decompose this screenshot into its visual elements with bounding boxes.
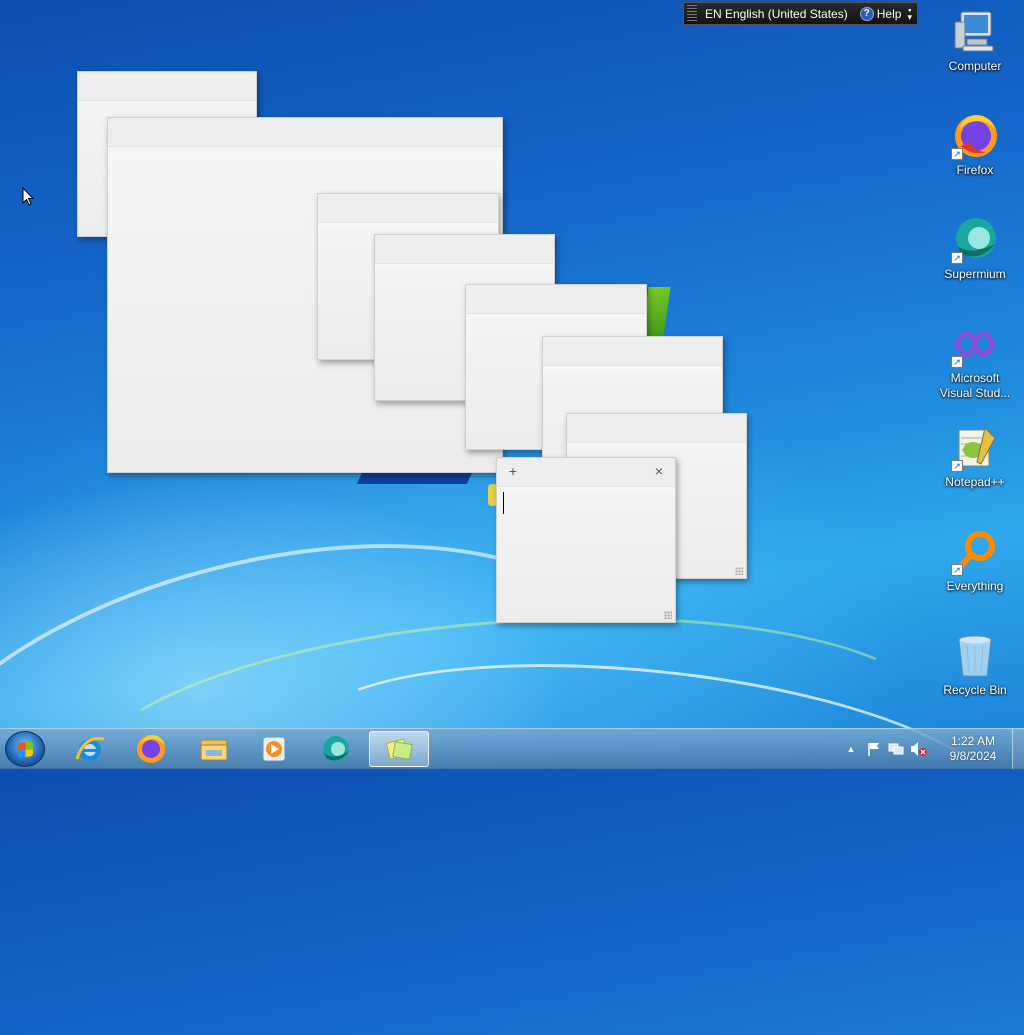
note-text-area[interactable] xyxy=(497,486,675,622)
desktop-icon-label: Firefox xyxy=(956,163,994,177)
grip-handle[interactable] xyxy=(687,5,697,22)
show-desktop-button[interactable] xyxy=(1012,729,1024,769)
help-button[interactable]: Help xyxy=(877,7,902,21)
sticky-note-title-bar[interactable] xyxy=(567,414,746,443)
system-clock[interactable]: 1:22 AM 9/8/2024 xyxy=(938,734,1008,764)
desktop-icon-label: Everything xyxy=(946,579,1004,593)
shortcut-arrow-icon: ↗ xyxy=(951,460,963,472)
shortcut-arrow-icon: ↗ xyxy=(951,356,963,368)
taskbar-sticky-notes[interactable] xyxy=(369,731,429,767)
internet-explorer-icon xyxy=(75,736,105,761)
firefox-icon xyxy=(137,735,165,763)
media-player-icon xyxy=(262,736,286,762)
network-icon[interactable] xyxy=(888,741,904,757)
supermium-icon xyxy=(323,736,349,762)
desktop-icon-label: Supermium xyxy=(944,267,1006,281)
close-note-button[interactable]: × xyxy=(650,462,668,480)
taskbar-internet-explorer[interactable] xyxy=(62,731,118,767)
sticky-note-title-bar[interactable] xyxy=(318,194,498,223)
taskbar-file-explorer[interactable] xyxy=(186,731,242,767)
desktop-icon-supermium[interactable]: ↗ Supermium xyxy=(934,216,1016,282)
mouse-cursor-icon xyxy=(22,187,34,206)
supermium-icon: ↗ xyxy=(951,216,999,264)
desktop-icon-everything[interactable]: ↗ Everything xyxy=(934,528,1016,594)
clock-time: 1:22 AM xyxy=(950,734,996,748)
action-center-flag-icon[interactable] xyxy=(866,741,882,757)
desktop-icon-visual-studio[interactable]: ↗ Microsoft Visual Stud... xyxy=(934,320,1016,401)
help-icon[interactable]: ? xyxy=(859,6,874,21)
taskbar-media-player[interactable] xyxy=(246,731,302,767)
volume-muted-icon[interactable] xyxy=(910,741,928,757)
notification-area: ▲ xyxy=(844,729,928,769)
visual-studio-icon: ↗ xyxy=(951,320,999,368)
desktop-icon-label: Microsoft Visual Stud... xyxy=(939,371,1011,400)
options-icon[interactable]: ▪ ▾ xyxy=(907,5,912,21)
sticky-note-title-bar[interactable] xyxy=(108,118,502,147)
desktop-icon-label: Notepad++ xyxy=(945,475,1005,489)
start-button[interactable] xyxy=(5,731,45,767)
sticky-notes-icon xyxy=(385,738,413,761)
notepadpp-icon: ↗ xyxy=(951,424,999,472)
sticky-note-title-bar[interactable]: + × xyxy=(497,458,675,487)
taskbar-supermium[interactable] xyxy=(308,731,364,767)
language-selector[interactable]: EN English (United States) xyxy=(705,7,848,21)
language-bar[interactable]: EN English (United States) ? Help ▪ ▾ xyxy=(683,2,918,25)
sticky-note-title-bar[interactable] xyxy=(375,235,554,264)
desktop-icon-notepadpp[interactable]: ↗ Notepad++ xyxy=(934,424,1016,490)
sticky-note-active[interactable]: + × xyxy=(496,457,676,623)
shortcut-arrow-icon: ↗ xyxy=(951,148,963,160)
everything-icon: ↗ xyxy=(951,528,999,576)
sticky-note-title-bar[interactable] xyxy=(466,285,646,314)
computer-icon xyxy=(951,8,999,56)
resize-grip-icon[interactable] xyxy=(735,567,743,575)
desktop-icon-recycle-bin[interactable]: Recycle Bin xyxy=(934,632,1016,698)
desktop-icon-firefox[interactable]: ↗ Firefox xyxy=(934,112,1016,178)
desktop-icon-label: Computer xyxy=(948,59,1002,73)
file-explorer-icon xyxy=(200,739,228,761)
shortcut-arrow-icon: ↗ xyxy=(951,252,963,264)
show-hidden-icons-button[interactable]: ▲ xyxy=(844,744,858,754)
new-note-button[interactable]: + xyxy=(504,462,522,480)
shortcut-arrow-icon: ↗ xyxy=(951,564,963,576)
sticky-note-title-bar[interactable] xyxy=(543,337,722,366)
resize-grip-icon[interactable] xyxy=(664,611,672,619)
recycle-bin-icon xyxy=(951,632,999,680)
desktop-icon-label: Recycle Bin xyxy=(943,683,1007,697)
clock-date: 9/8/2024 xyxy=(949,749,997,763)
sticky-note-title-bar[interactable] xyxy=(78,72,256,101)
firefox-icon: ↗ xyxy=(951,112,999,160)
taskbar-firefox[interactable] xyxy=(123,731,179,767)
desktop-icon-computer[interactable]: Computer xyxy=(934,8,1016,74)
taskbar: ▲ 1:22 AM 9/8/2024 xyxy=(0,728,1024,769)
